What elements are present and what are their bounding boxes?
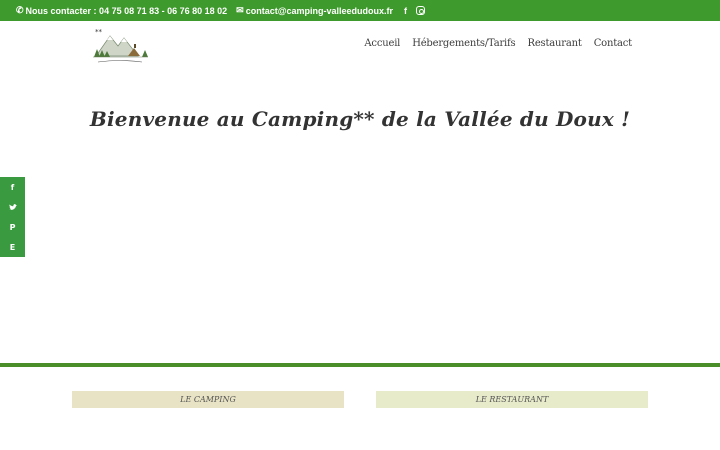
site-logo[interactable]: ** (90, 26, 150, 66)
phone-label: Nous contacter : 04 75 08 71 83 - 06 76 … (25, 5, 228, 16)
pinterest-share-icon[interactable]: P (0, 217, 25, 237)
nav-accueil[interactable]: Accueil (364, 38, 400, 49)
site-header: ** Accueil Hébergements/Tarifs Restauran… (0, 21, 720, 73)
email-contact[interactable]: ✉ contact@camping-valleedudoux.fr (236, 5, 393, 16)
facebook-share-icon[interactable]: f (0, 177, 25, 197)
main-nav: Accueil Hébergements/Tarifs Restaurant C… (364, 38, 632, 49)
nav-contact[interactable]: Contact (594, 38, 633, 49)
twitter-share-icon[interactable] (0, 197, 25, 217)
instagram-icon[interactable] (416, 6, 426, 15)
restaurant-section-label: LE RESTAURANT (475, 395, 549, 404)
section-divider (0, 363, 720, 367)
nav-hebergements-tarifs[interactable]: Hébergements/Tarifs (412, 38, 515, 49)
page-title: Bienvenue au Camping** de la Vallée du D… (89, 107, 631, 131)
camping-section-header[interactable]: LE CAMPING (72, 391, 344, 408)
phone-icon: ✆ (16, 5, 24, 15)
email-label: contact@camping-valleedudoux.fr (245, 5, 394, 16)
envelope-icon: ✉ (236, 5, 244, 15)
twitter-bird-shape (8, 203, 17, 210)
top-bar: ✆ Nous contacter : 04 75 08 71 83 - 06 7… (0, 0, 720, 21)
evernote-share-icon[interactable]: E (0, 237, 25, 257)
nav-restaurant[interactable]: Restaurant (527, 38, 581, 49)
camping-section-label: LE CAMPING (180, 395, 236, 404)
logo-graphic: ** (93, 28, 148, 63)
facebook-icon[interactable]: f (404, 6, 407, 16)
share-sidebar: f P E (0, 177, 25, 257)
restaurant-section-header[interactable]: LE RESTAURANT (376, 391, 648, 408)
phone-contact[interactable]: ✆ Nous contacter : 04 75 08 71 83 - 06 7… (16, 5, 227, 16)
logo-stars: ** (95, 28, 103, 36)
